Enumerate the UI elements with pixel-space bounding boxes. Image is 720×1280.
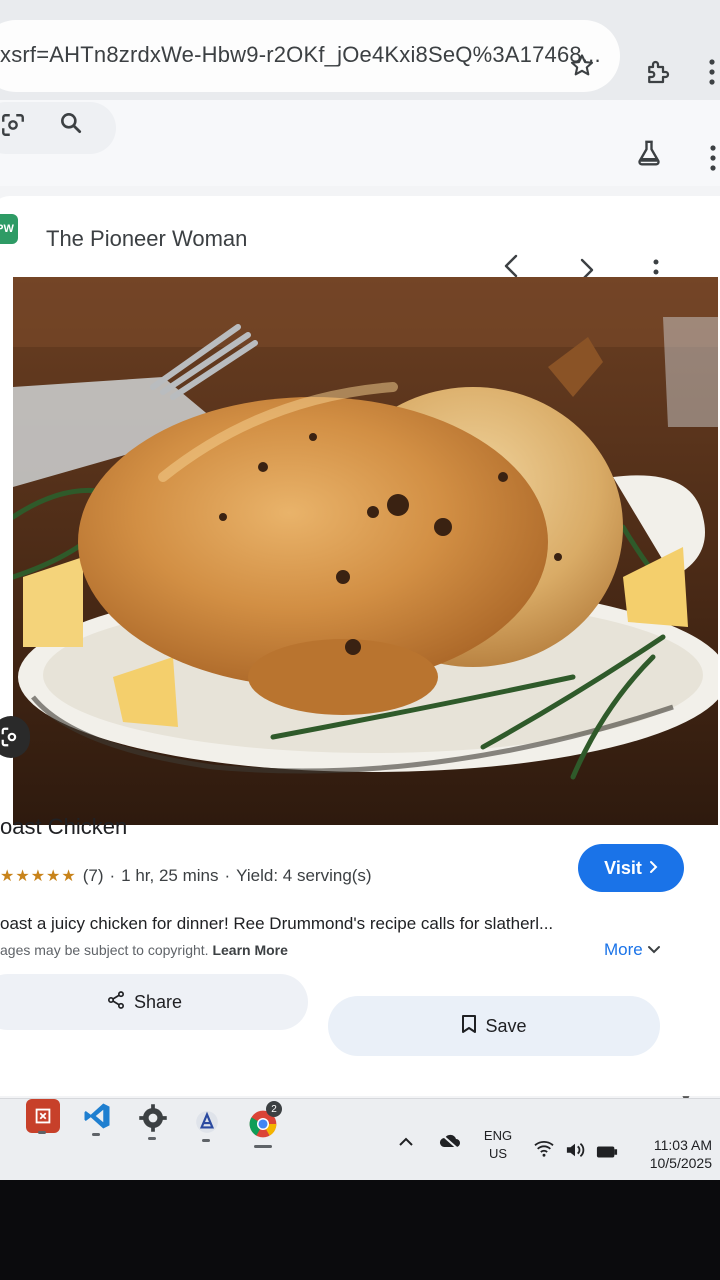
share-icon — [106, 990, 126, 1015]
share-label: Share — [133, 991, 183, 1012]
recipe-meta: ★★★★★ (7) · 1 hr, 25 mins · Yield: 4 ser… — [0, 866, 372, 886]
active-indicator — [254, 1145, 272, 1148]
region-code: US — [488, 1146, 508, 1161]
chevron-up-icon[interactable] — [394, 1129, 418, 1153]
clock-time: 11:03 AM — [653, 1137, 712, 1153]
vscode-icon[interactable] — [80, 1099, 114, 1133]
running-indicator — [92, 1133, 100, 1136]
running-indicator — [202, 1139, 210, 1142]
running-indicator — [38, 1131, 46, 1134]
settings-gear-icon[interactable] — [136, 1101, 170, 1135]
clock-date: 10/5/2025 — [649, 1155, 712, 1171]
rating-stars: ★★★★★ — [0, 868, 77, 885]
chevron-down-icon — [647, 940, 661, 959]
language-indicator[interactable]: ENG US — [480, 1127, 516, 1163]
labs-flask-icon[interactable] — [632, 136, 666, 170]
chevron-right-small-icon — [648, 858, 658, 879]
language-code: ENG — [483, 1128, 513, 1143]
search-row — [0, 100, 720, 186]
roast-chicken-photo[interactable] — [13, 277, 718, 825]
browser-menu-icon[interactable] — [700, 54, 720, 90]
google-lens-icon[interactable] — [0, 112, 26, 138]
meta-separator: · — [109, 866, 116, 885]
running-indicator — [148, 1137, 156, 1140]
source-favicon[interactable]: PW — [0, 214, 18, 244]
learn-more-link[interactable]: Learn More — [212, 942, 287, 958]
windows-taskbar: 2 ENG US — [0, 1098, 720, 1180]
bookmark-icon — [461, 1014, 477, 1039]
save-button[interactable]: Save — [328, 996, 660, 1056]
monitor-bezel — [0, 1180, 720, 1280]
source-name[interactable]: The Pioneer Woman — [46, 226, 247, 252]
recipe-yield: Yield: 4 serving(s) — [236, 866, 372, 885]
copyright-text: ages may be subject to copyright. — [0, 942, 209, 958]
battery-icon[interactable] — [594, 1141, 620, 1163]
copyright-notice: ages may be subject to copyright. Learn … — [0, 942, 288, 958]
chrome-badge: 2 — [266, 1101, 282, 1117]
screen: xsrf=AHTn8zrdxWe-Hbw9-r2OKf_jOe4Kxi8SeQ%… — [0, 0, 720, 1180]
bookmark-star-icon[interactable] — [566, 50, 598, 82]
store-app-icon[interactable] — [190, 1105, 224, 1139]
search-icon[interactable] — [56, 108, 86, 138]
wifi-icon[interactable] — [532, 1137, 556, 1159]
more-label: More — [604, 940, 643, 959]
extensions-icon[interactable] — [640, 54, 676, 90]
app-icon-red[interactable] — [26, 1099, 60, 1133]
visit-button[interactable]: Visit — [578, 844, 684, 892]
address-bar-row: xsrf=AHTn8zrdxWe-Hbw9-r2OKf_jOe4Kxi8SeQ%… — [0, 0, 720, 100]
volume-icon[interactable] — [562, 1139, 588, 1161]
meta-separator: · — [224, 866, 231, 885]
cook-time: 1 hr, 25 mins — [121, 866, 219, 885]
system-clock[interactable]: 11:03 AM 10/5/2025 — [630, 1136, 712, 1172]
page-menu-icon[interactable] — [703, 140, 720, 176]
chrome-icon[interactable]: 2 — [246, 1101, 282, 1141]
rating-count: (7) — [82, 866, 104, 885]
result-title[interactable]: oast Chicken — [0, 814, 127, 840]
visit-label: Visit — [604, 857, 642, 878]
cloud-icon[interactable] — [436, 1129, 464, 1153]
url-text[interactable]: xsrf=AHTn8zrdxWe-Hbw9-r2OKf_jOe4Kxi8SeQ%… — [0, 42, 601, 68]
result-description: oast a juicy chicken for dinner! Ree Dru… — [0, 914, 554, 933]
share-button[interactable]: Share — [0, 974, 308, 1030]
save-label: Save — [485, 1015, 527, 1036]
more-button[interactable]: More — [604, 940, 661, 960]
